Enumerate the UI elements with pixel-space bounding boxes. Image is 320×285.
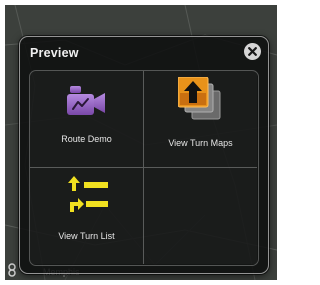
preview-dialog: Preview Route Demo View Turn Maps View T… bbox=[19, 36, 269, 274]
route-demo-button[interactable]: Route Demo bbox=[30, 71, 144, 168]
view-turn-list-button[interactable]: View Turn List bbox=[30, 168, 144, 264]
turn-list-icon bbox=[68, 176, 108, 212]
empty-tile bbox=[144, 168, 257, 264]
close-icon bbox=[248, 47, 257, 56]
route-demo-label: Route Demo bbox=[61, 134, 112, 144]
options-grid: Route Demo View Turn Maps View Turn List bbox=[29, 70, 259, 266]
view-turn-maps-button[interactable]: View Turn Maps bbox=[144, 71, 257, 168]
view-turn-maps-label: View Turn Maps bbox=[168, 138, 233, 148]
dialog-title: Preview bbox=[30, 46, 79, 60]
turn-maps-icon bbox=[178, 77, 221, 120]
map-screen: Memphis Preview bbox=[5, 5, 277, 280]
close-button[interactable] bbox=[244, 43, 261, 60]
view-turn-list-label: View Turn List bbox=[58, 231, 115, 241]
video-camera-icon bbox=[67, 86, 105, 115]
